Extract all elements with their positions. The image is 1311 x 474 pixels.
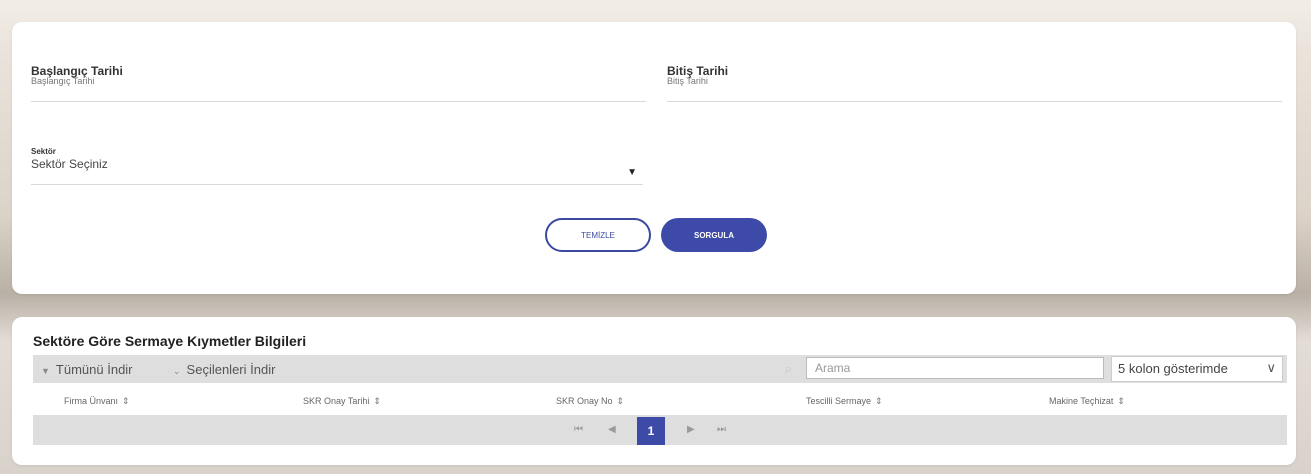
search-icon: ⌕ <box>785 361 793 376</box>
end-date-field[interactable]: Bitiş Tarihi Bitiş Tarihi <box>667 64 1282 102</box>
table-title: Sektöre Göre Sermaye Kıymetler Bilgileri <box>33 333 307 349</box>
sort-icon: ⇕ <box>122 396 130 406</box>
column-header-label: Firma Ünvanı <box>64 396 119 406</box>
prev-page-icon[interactable]: ◀ <box>608 424 616 435</box>
sector-value: Sektör Seçiniz <box>31 157 108 171</box>
last-page-icon[interactable]: ⏭ <box>717 424 726 435</box>
chevron-down-icon: ∨ <box>1266 360 1276 375</box>
start-date-field[interactable]: Başlangıç Tarihi Başlangıç Tarihi <box>31 64 646 102</box>
pagination: ⏮ ◀ 1 ▶ ⏭ <box>33 415 1287 445</box>
clear-button[interactable]: TEMİZLE <box>545 218 651 252</box>
download-all-button[interactable]: ▼ Tümünü İndir <box>41 362 133 377</box>
first-page-icon[interactable]: ⏮ <box>574 424 583 435</box>
start-date-underline <box>31 101 646 102</box>
table-toolbar: ▼ Tümünü İndir ⌄ Seçilenleri İndir ⌕ 5 kol… <box>33 355 1287 383</box>
column-header-skr-onay-tarihi[interactable]: SKR Onay Tarihi ⇕ <box>303 396 381 407</box>
column-header-firma-unvani[interactable]: Firma Ünvanı ⇕ <box>64 396 130 407</box>
column-header-label: SKR Onay No <box>556 396 613 406</box>
download-all-label: Tümünü İndir <box>55 362 133 377</box>
column-header-label: Tescilli Sermaye <box>806 396 872 406</box>
column-header-tescilli-sermaye[interactable]: Tescilli Sermaye ⇕ <box>806 396 883 407</box>
column-header-label: SKR Onay Tarihi <box>303 396 370 406</box>
sort-icon: ⇕ <box>616 396 625 406</box>
start-date-placeholder: Başlangıç Tarihi <box>31 76 95 86</box>
chevron-down-icon: ▼ <box>41 366 50 376</box>
next-page-icon[interactable]: ▶ <box>687 424 695 435</box>
sort-icon: ⇕ <box>1117 396 1125 406</box>
results-card: Sektöre Göre Sermaye Kıymetler Bilgileri… <box>12 317 1296 465</box>
end-date-placeholder: Bitiş Tarihi <box>667 76 708 86</box>
page-button-current[interactable]: 1 <box>637 417 665 445</box>
column-header-skr-onay-no[interactable]: SKR Onay No ⇕ <box>556 396 624 407</box>
caret-down-icon[interactable]: ▼ <box>627 167 637 178</box>
column-header-makine-techizat[interactable]: Makine Teçhizat ⇕ <box>1049 396 1125 407</box>
sort-icon: ⇕ <box>875 396 883 406</box>
columns-select[interactable]: 5 kolon gösterimde ∨ <box>1111 356 1283 382</box>
column-header-label: Makine Teçhizat <box>1049 396 1114 406</box>
search-input[interactable] <box>806 357 1104 379</box>
sector-underline <box>31 184 643 185</box>
end-date-underline <box>667 101 1282 102</box>
query-button[interactable]: SORGULA <box>661 218 767 252</box>
download-selected-button[interactable]: ⌄ Seçilenleri İndir <box>173 362 275 377</box>
sort-icon: ⇕ <box>373 396 381 406</box>
sector-label: Sektör <box>31 147 56 156</box>
table-header-row: Firma Ünvanı ⇕ SKR Onay Tarihi ⇕ SKR Onay … <box>33 396 1287 412</box>
chevron-down-icon: ⌄ <box>173 366 181 376</box>
download-selected-label: Seçilenleri İndir <box>186 362 276 377</box>
sector-select[interactable]: Sektör Sektör Seçiniz ▼ <box>31 147 643 185</box>
filter-card: Başlangıç Tarihi Başlangıç Tarihi Bitiş … <box>12 22 1296 294</box>
columns-select-value: 5 kolon gösterimde <box>1118 361 1228 376</box>
